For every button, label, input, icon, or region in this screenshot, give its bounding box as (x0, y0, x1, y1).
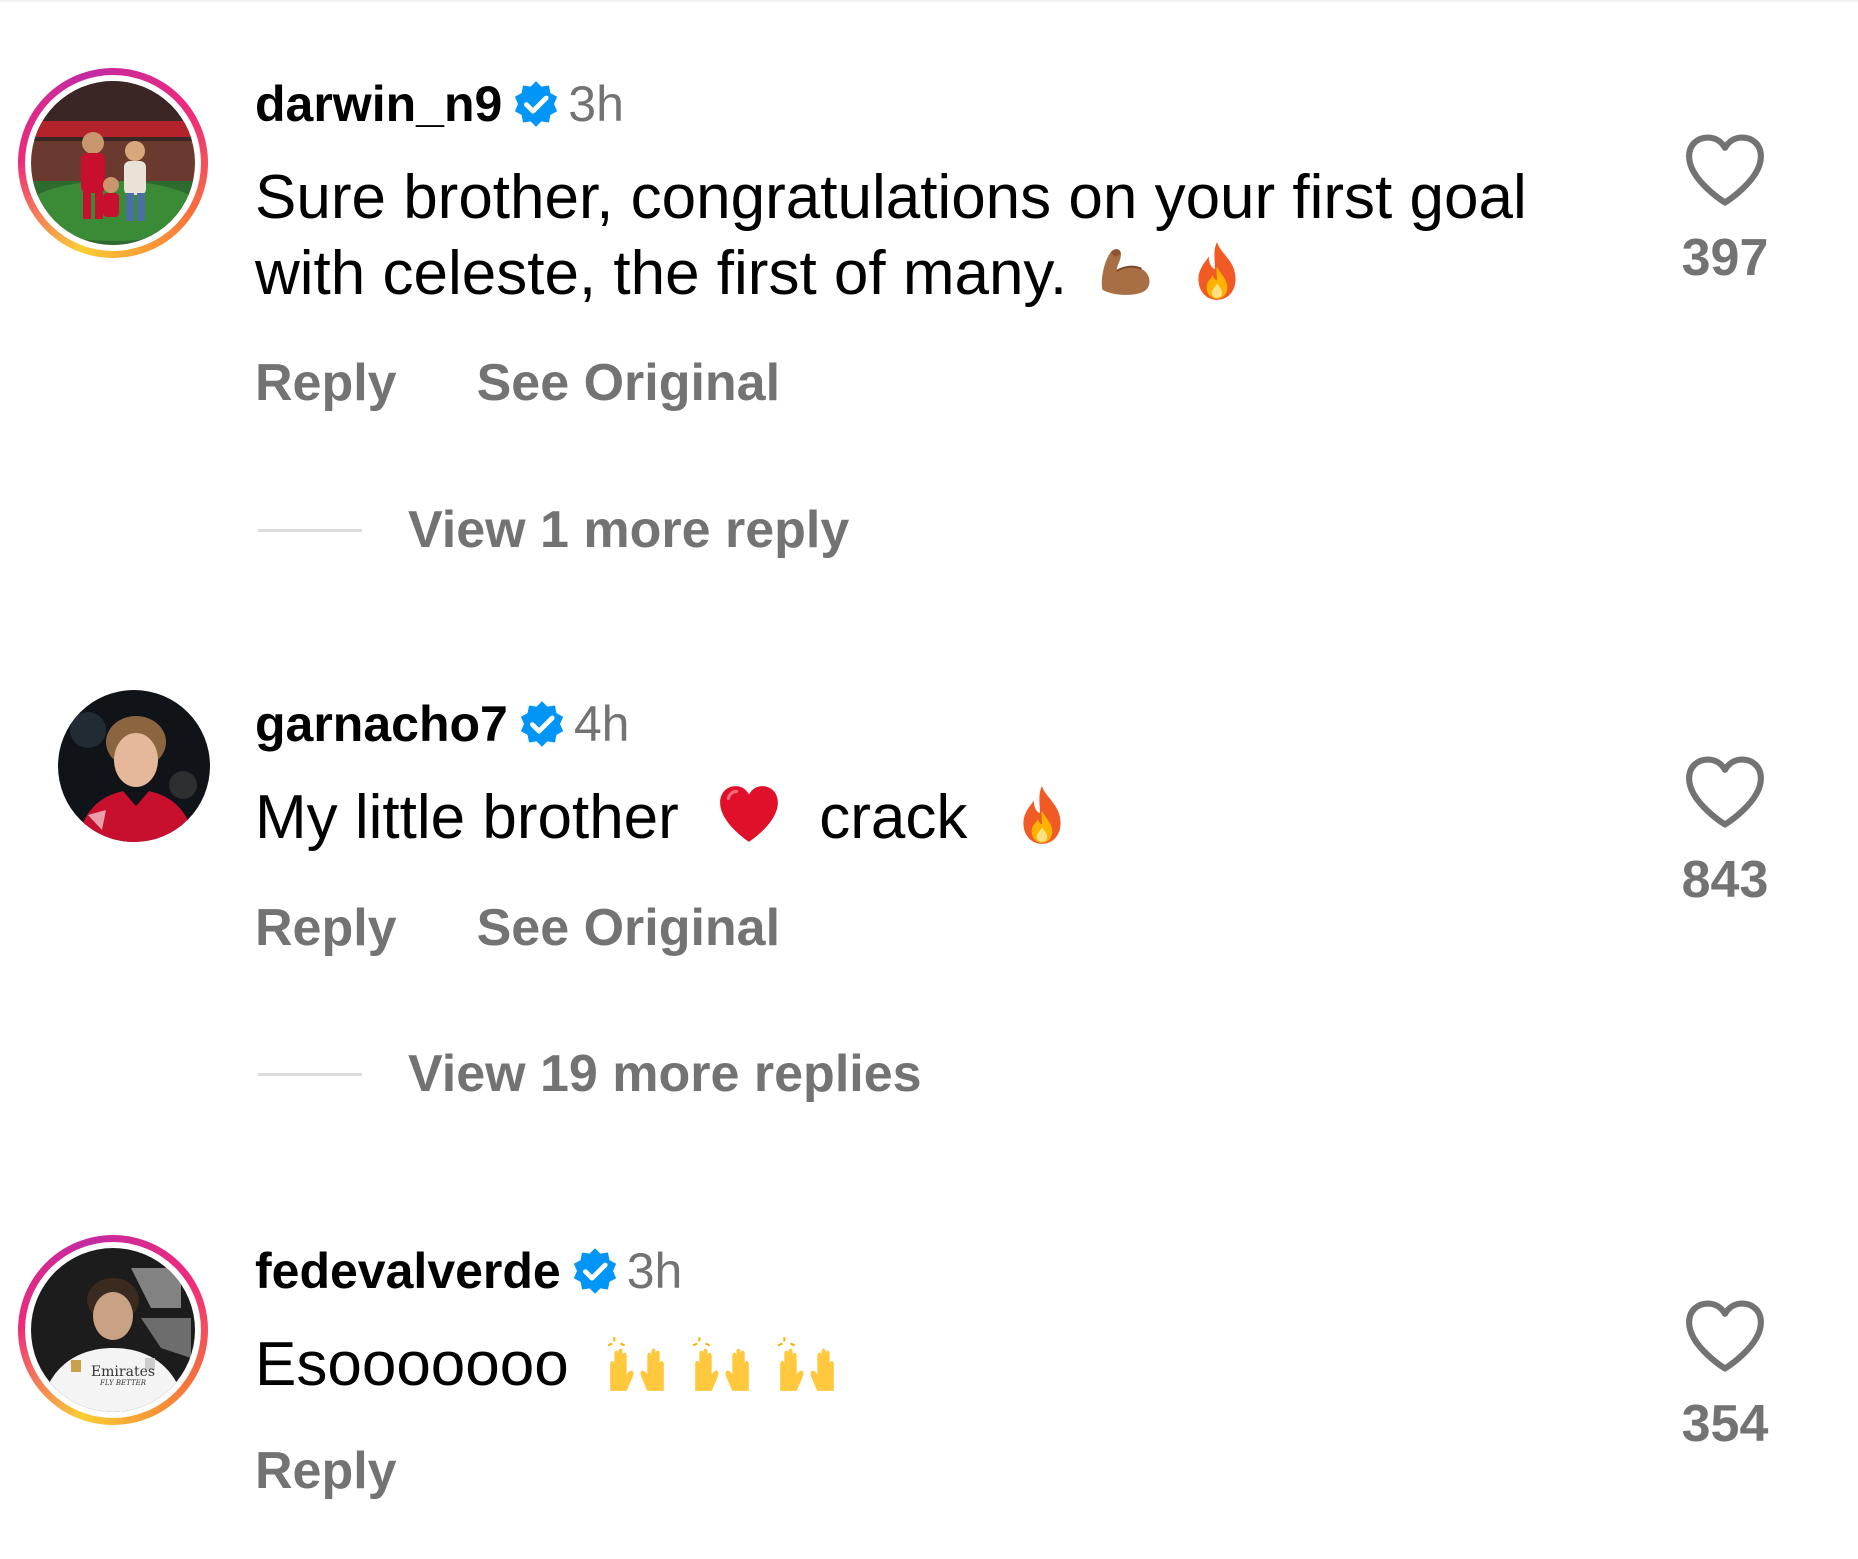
avatar-story-ring[interactable] (18, 68, 208, 258)
avatar-story-ring[interactable]: Emirates FLY BETTER (18, 1235, 208, 1425)
like-block: 397 (1660, 132, 1790, 288)
verified-badge-icon (512, 80, 560, 128)
comment-body-part2: crack (819, 783, 968, 852)
comment-text: My little brother crack (255, 780, 1585, 856)
timestamp: 4h (573, 696, 630, 752)
fire-emoji (1184, 238, 1250, 304)
comment-body: Sure brother, congratulations on your fi… (255, 163, 1527, 308)
comment-text: Esooooooo (255, 1327, 1585, 1403)
reply-button[interactable]: Reply (255, 1441, 397, 1501)
heart-icon[interactable] (1684, 1298, 1766, 1374)
fire-emoji (1009, 782, 1075, 848)
verified-badge-icon (518, 700, 566, 748)
red-heart-emoji (716, 782, 782, 848)
like-block: 354 (1660, 1298, 1790, 1454)
replies-divider (258, 1072, 362, 1076)
like-block: 843 (1660, 754, 1790, 910)
comment-header: garnacho7 4h (255, 694, 629, 754)
username[interactable]: fedevalverde (255, 1242, 561, 1300)
view-replies-button[interactable]: View 19 more replies (258, 1044, 922, 1104)
flexed-biceps-emoji (1092, 238, 1158, 304)
like-count: 354 (1681, 1395, 1769, 1453)
see-original-button[interactable]: See Original (477, 353, 780, 413)
replies-divider (258, 528, 362, 532)
timestamp: 3h (626, 1243, 683, 1299)
avatar[interactable] (58, 690, 210, 842)
like-count: 843 (1681, 851, 1769, 909)
comment-body-part1: My little brother (255, 783, 679, 852)
username[interactable]: garnacho7 (255, 695, 508, 753)
username[interactable]: darwin_n9 (255, 75, 502, 133)
comment-actions: Reply See Original (255, 353, 780, 413)
avatar[interactable] (31, 81, 195, 245)
view-replies-button[interactable]: View 1 more reply (258, 500, 849, 560)
comment-actions: Reply See Original (255, 898, 780, 958)
view-replies-label[interactable]: View 1 more reply (408, 500, 849, 560)
heart-icon[interactable] (1684, 754, 1766, 830)
verified-badge-icon (571, 1247, 619, 1295)
reply-button[interactable]: Reply (255, 898, 397, 958)
raising-hands-emoji (774, 1329, 840, 1395)
reply-button[interactable]: Reply (255, 353, 397, 413)
see-original-button[interactable]: See Original (477, 898, 780, 958)
top-divider (0, 0, 1858, 2)
comment-body: Esooooooo (255, 1330, 569, 1399)
comment-actions: Reply (255, 1441, 397, 1501)
raising-hands-emoji (604, 1329, 670, 1395)
view-replies-label[interactable]: View 19 more replies (408, 1044, 922, 1104)
raising-hands-emoji (689, 1329, 755, 1395)
heart-icon[interactable] (1684, 132, 1766, 208)
comment-text: Sure brother, congratulations on your fi… (255, 160, 1585, 312)
avatar-shirt-text: Emirates FLY BETTER (90, 1364, 156, 1387)
comment-header: fedevalverde 3h (255, 1241, 682, 1301)
like-count: 397 (1681, 229, 1769, 287)
comment-header: darwin_n9 3h (255, 74, 624, 134)
timestamp: 3h (568, 76, 624, 132)
